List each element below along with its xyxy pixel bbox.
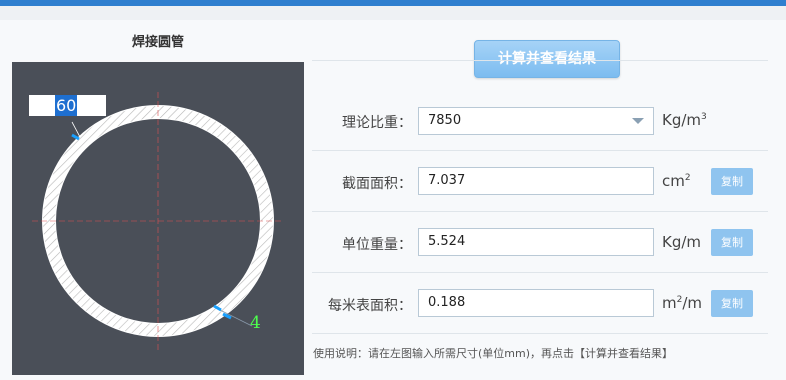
- density-label: 理论比重：: [342, 115, 412, 131]
- density-value: 7850: [428, 113, 462, 128]
- diameter-input[interactable]: 60: [29, 95, 106, 116]
- surface-area-unit: m2/m: [662, 294, 703, 312]
- thickness-input[interactable]: 4: [250, 313, 261, 333]
- unit-weight-unit: Kg/m: [662, 233, 702, 251]
- divider: [312, 60, 768, 61]
- divider: [312, 333, 768, 334]
- area-field[interactable]: 7.037: [418, 167, 654, 195]
- top-nav-bar: [0, 0, 786, 6]
- density-unit: Kg/m3: [662, 111, 707, 129]
- diameter-value: 60: [55, 95, 78, 116]
- density-select[interactable]: 7850: [418, 107, 654, 135]
- shape-title: 焊接圆管: [131, 35, 184, 50]
- unit-weight-field[interactable]: 5.524: [418, 228, 654, 256]
- unit-weight-value: 5.524: [428, 234, 466, 249]
- copy-area-button[interactable]: 复制: [711, 168, 753, 195]
- surface-area-field[interactable]: 0.188: [418, 289, 654, 317]
- diameter-arrow: [71, 133, 80, 141]
- copy-weight-button[interactable]: 复制: [711, 229, 753, 256]
- area-value: 7.037: [428, 173, 466, 188]
- copy-surface-button[interactable]: 复制: [711, 290, 753, 317]
- calculate-button[interactable]: 计算并查看结果: [474, 40, 620, 78]
- surface-area-value: 0.188: [428, 295, 466, 310]
- usage-note: 使用说明：请在左图输入所需尺寸(单位mm)，再点击【计算并查看结果】: [313, 347, 674, 360]
- area-label: 截面面积：: [342, 176, 412, 192]
- divider: [312, 150, 768, 151]
- surface-area-label: 每米表面积：: [328, 298, 412, 314]
- area-unit: cm2: [662, 172, 691, 190]
- divider: [312, 272, 768, 273]
- unit-weight-label: 单位重量：: [342, 237, 412, 253]
- divider: [312, 211, 768, 212]
